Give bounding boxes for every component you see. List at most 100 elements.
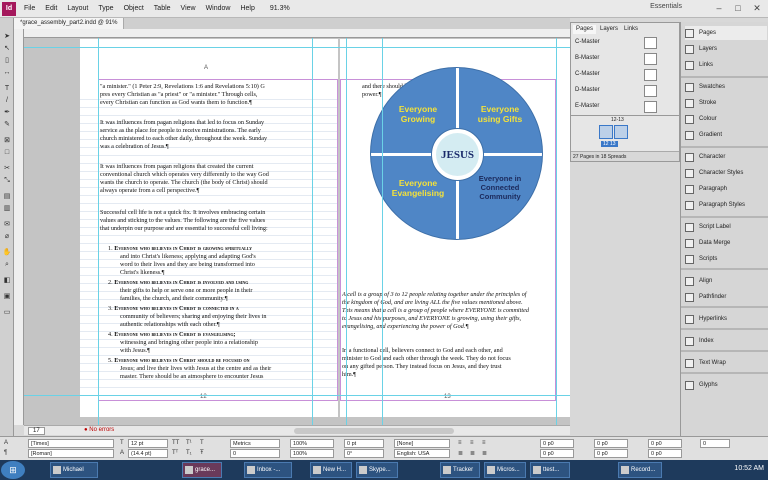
task-inbox[interactable]: Inbox -... [244,462,292,478]
horizontal-scale-field[interactable]: 100% [290,449,334,458]
maximize-icon[interactable]: □ [729,1,747,15]
last-line-indent-field[interactable]: 0 p0 [594,449,628,458]
space-after-field[interactable]: 0 p0 [648,449,682,458]
tab-pages[interactable]: Pages [573,25,597,34]
font-style-field[interactable]: [Roman] [28,449,114,458]
leading-field[interactable]: (14.4 pt) [128,449,168,458]
eyedropper-tool-icon[interactable]: ⌀ [2,232,12,241]
horizontal-guide[interactable] [14,47,570,48]
menu-view[interactable]: View [176,5,201,12]
start-button-icon[interactable]: ⊞ [1,461,25,479]
vertical-scale-field[interactable]: 100% [290,439,334,448]
paragraph-mode-icon[interactable]: ¶ [4,450,7,456]
column-guide[interactable] [382,29,383,425]
first-line-indent-field[interactable]: 0 p0 [594,439,628,448]
justify-all-icon[interactable]: ≣ [482,450,487,457]
baseline-shift-field[interactable]: 0 pt [344,439,384,448]
font-size-field[interactable]: 12 pt [128,439,168,448]
dock-gradient[interactable]: Gradient [685,128,767,142]
horizontal-guide[interactable] [14,395,570,396]
dock-pages[interactable]: Pages [685,26,767,40]
value-item-4[interactable]: 4. Everyone who believes in Christ is ev… [108,331,336,355]
scissors-tool-icon[interactable]: ✂ [2,164,12,173]
task-skype[interactable]: Skype... [356,462,398,478]
character-mode-icon[interactable]: A [4,440,8,446]
dock-text-wrap[interactable]: Text Wrap [685,356,767,370]
dock-script-label[interactable]: Script Label [685,220,767,234]
paragraph-3[interactable]: It was influences from pagan religions t… [100,163,336,195]
gradient-feather-tool-icon[interactable]: ▥ [2,204,12,213]
close-icon[interactable]: ✕ [748,1,766,15]
dock-data-merge[interactable]: Data Merge [685,236,767,250]
dock-layers[interactable]: Layers [685,42,767,56]
value-item-2[interactable]: 2. Everyone who believes in Christ is in… [108,279,336,303]
page-number-field[interactable]: 17 [28,427,45,435]
note-tool-icon[interactable]: ✉ [2,220,12,229]
dock-character-styles[interactable]: Character Styles [685,166,767,180]
dock-stroke[interactable]: Stroke [685,96,767,110]
dock-align[interactable]: Align [685,274,767,288]
justify-center-icon[interactable]: ≣ [470,450,475,457]
font-family-field[interactable]: [Times] [28,439,114,448]
rectangle-tool-icon[interactable]: □ [2,148,12,157]
dock-paragraph-styles[interactable]: Paragraph Styles [685,198,767,212]
selection-tool-icon[interactable]: ➤ [2,32,12,41]
horizontal-ruler[interactable] [24,29,570,38]
task-microsoft[interactable]: Micros... [484,462,526,478]
dock-colour[interactable]: Colour [685,112,767,126]
menu-edit[interactable]: Edit [40,5,62,12]
menu-layout[interactable]: Layout [62,5,93,12]
left-indent-field[interactable]: 0 p0 [540,439,574,448]
language-field[interactable]: English: USA [394,449,450,458]
master-row[interactable]: E-Master [575,101,675,113]
page-13[interactable]: and there should be an expectation for J… [340,39,570,417]
value-item-5[interactable]: 5. Everyone who believes in Christ shoul… [108,357,336,381]
value-item-3[interactable]: 3. Everyone who believes in Christ is co… [108,305,336,329]
fill-stroke-icon[interactable]: ◧ [2,276,12,285]
vertical-ruler[interactable] [14,29,24,425]
column-guide[interactable] [556,29,557,425]
free-transform-tool-icon[interactable]: ⤡ [2,176,12,185]
master-row[interactable]: D-Master [575,85,675,97]
dock-hyperlinks[interactable]: Hyperlinks [685,312,767,326]
document-canvas[interactable]: A "a minister." (1 Peter 2:9, Revelation… [14,29,570,425]
paragraph-4[interactable]: Successful cell life is not a quick fix.… [100,209,336,233]
pencil-tool-icon[interactable]: ✎ [2,120,12,129]
character-style-field[interactable]: [None] [394,439,450,448]
rectangle-frame-tool-icon[interactable]: ⊠ [2,136,12,145]
dock-pathfinder[interactable]: Pathfinder [685,290,767,304]
dock-links[interactable]: Links [685,58,767,72]
task-record[interactable]: Record... [618,462,662,478]
pen-tool-icon[interactable]: ✒ [2,108,12,117]
gap-tool-icon[interactable]: ↔ [2,68,12,77]
screen-mode-icon[interactable]: ▭ [2,308,12,317]
dock-paragraph[interactable]: Paragraph [685,182,767,196]
page-12[interactable]: A "a minister." (1 Peter 2:9, Revelation… [80,39,338,417]
page-tool-icon[interactable]: ▯ [2,56,12,65]
master-row[interactable]: C-Master [575,69,675,81]
values-circle-diagram[interactable]: Everyone Growing Everyone using Gifts Ever… [370,67,543,240]
direct-selection-tool-icon[interactable]: ↖ [2,44,12,53]
menu-table[interactable]: Table [149,5,176,12]
task-new[interactable]: New H... [310,462,352,478]
value-item-1[interactable]: 1. Everyone who believes in Christ is gr… [108,245,336,277]
space-before-field[interactable]: 0 p0 [648,439,682,448]
tab-layers[interactable]: Layers [597,25,621,34]
align-right-icon[interactable]: ≡ [482,440,486,446]
zoom-level[interactable]: 91.3% [270,5,290,12]
menu-type[interactable]: Type [93,5,118,12]
hand-tool-icon[interactable]: ✋ [2,248,12,257]
line-tool-icon[interactable]: / [2,96,12,105]
spread-12-13[interactable] [599,125,629,139]
preflight-status[interactable]: ● No errors [84,427,114,433]
body-paragraph[interactable]: In a functional cell, believers connect … [342,347,554,379]
task-indesign[interactable]: grace... [182,462,222,478]
caption-paragraph[interactable]: A cell is a group of 3 to 12 people rela… [342,291,554,331]
dock-index[interactable]: Index [685,334,767,348]
task-explorer[interactable]: Michael [50,462,98,478]
system-clock[interactable]: 10:52 AM [734,465,764,472]
strikethrough-icon[interactable]: Ŧ [200,450,204,456]
column-guide[interactable] [312,29,313,425]
small-caps-icon[interactable]: Tᵀ [172,450,178,456]
dock-glyphs[interactable]: Glyphs [685,378,767,392]
